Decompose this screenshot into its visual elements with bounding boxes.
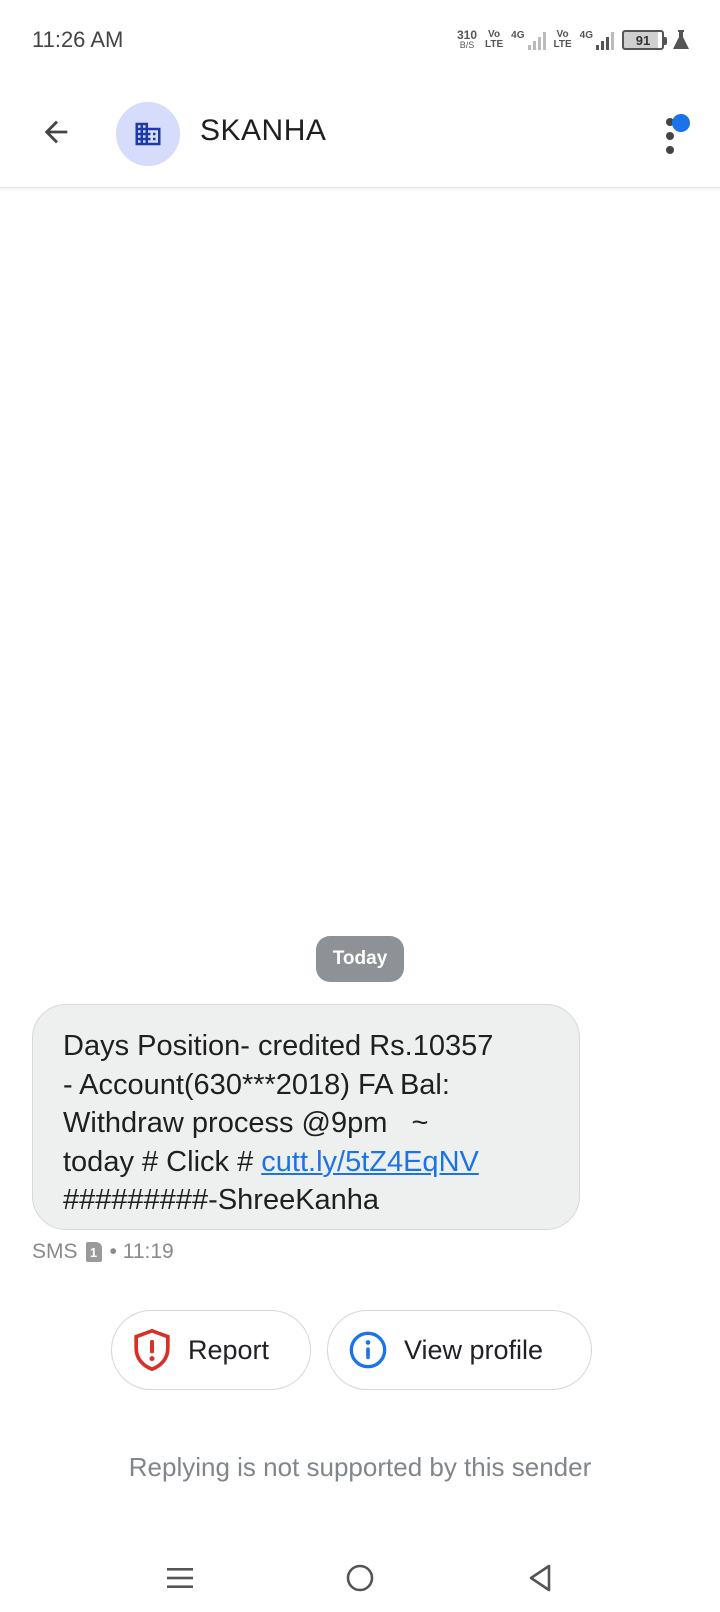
- back-button[interactable]: [32, 108, 80, 156]
- info-icon: [346, 1328, 390, 1372]
- sim-card-icon: 1: [85, 1242, 102, 1262]
- message-line: Withdraw process @9pm ~: [63, 1107, 429, 1139]
- status-bar: 11:26 AM 310 B/S Vo LTE 4G Vo LTE 4G 91: [0, 0, 720, 80]
- message-line: Days Position- credited Rs.10357: [63, 1030, 494, 1062]
- network-speed-unit: B/S: [459, 40, 475, 50]
- message-link[interactable]: cutt.ly/5tZ4EqNV: [261, 1146, 479, 1178]
- navigation-bar: [0, 1540, 720, 1612]
- status-icons: 310 B/S Vo LTE 4G Vo LTE 4G 91: [457, 29, 690, 51]
- battery-icon: 91: [622, 30, 667, 50]
- contact-name[interactable]: SKANHA: [200, 114, 326, 148]
- arrow-back-icon: [44, 120, 68, 144]
- message-meta: SMS 1 • 11:19: [32, 1240, 174, 1264]
- notification-dot: [672, 114, 690, 132]
- message-line: #########-ShreeKanha: [63, 1184, 380, 1216]
- app-bar: SKANHA: [0, 80, 720, 188]
- more-options-button[interactable]: [648, 108, 696, 164]
- nav-home-button[interactable]: [330, 1552, 390, 1604]
- view-profile-label: View profile: [404, 1334, 544, 1365]
- view-profile-button[interactable]: View profile: [327, 1310, 592, 1390]
- back-triangle-icon: [529, 1564, 551, 1592]
- nav-menu-button[interactable]: [150, 1552, 210, 1604]
- report-button[interactable]: Report: [111, 1310, 311, 1390]
- flask-icon: [673, 30, 689, 49]
- message-line: - Account(630***2018) FA Bal:: [63, 1068, 450, 1101]
- message-bubble[interactable]: Days Position- credited Rs.10357 - Accou…: [32, 1004, 580, 1230]
- network-speed-value: 310: [456, 28, 477, 42]
- message-line: today # Click # cutt.ly/5tZ4EqNV: [63, 1145, 479, 1178]
- nav-back-button[interactable]: [510, 1552, 570, 1604]
- signal-sim1-icon: 4G: [511, 30, 546, 50]
- network-speed: 310 B/S: [456, 28, 477, 50]
- home-icon: [346, 1564, 374, 1592]
- menu-icon: [167, 1568, 193, 1588]
- date-divider: Today: [316, 936, 404, 982]
- status-time: 11:26 AM: [32, 27, 124, 52]
- message-channel: SMS: [32, 1240, 78, 1263]
- report-shield-icon: [130, 1328, 174, 1372]
- signal-sim2-icon: 4G: [580, 30, 614, 50]
- reply-not-supported-note: Replying is not supported by this sender: [128, 1452, 592, 1482]
- avatar[interactable]: [116, 102, 180, 166]
- battery-level: 91: [635, 32, 651, 48]
- business-building-icon: [135, 122, 161, 146]
- report-label: Report: [188, 1334, 270, 1365]
- volte-icon: Vo LTE: [485, 29, 504, 50]
- message-time: • 11:19: [109, 1240, 174, 1263]
- volte-icon: Vo LTE: [553, 29, 572, 50]
